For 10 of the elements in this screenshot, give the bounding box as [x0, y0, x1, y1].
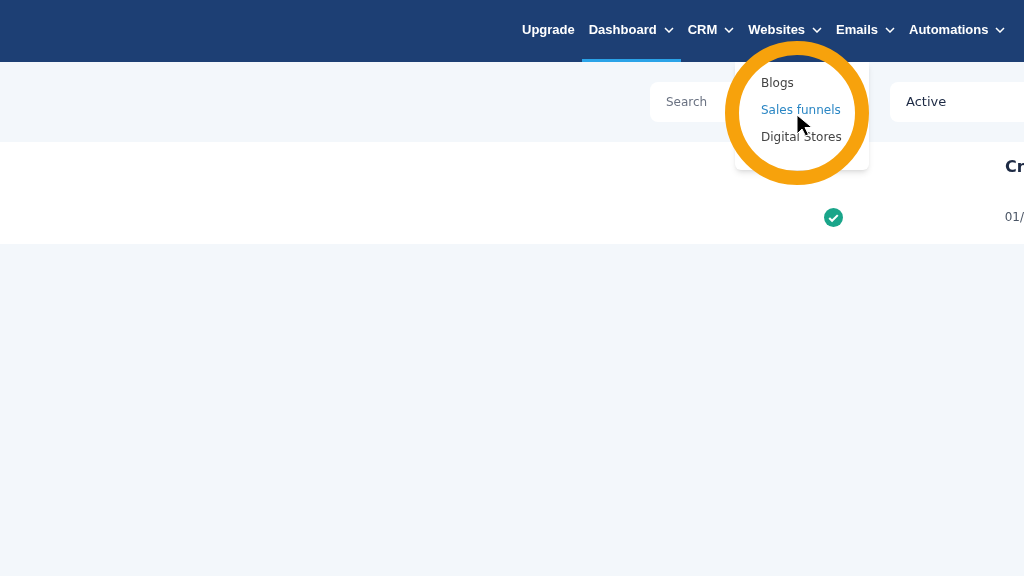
- nav-link[interactable]: CRM: [680, 0, 742, 62]
- nav-link[interactable]: Automations: [902, 0, 1013, 62]
- nav-link[interactable]: Upgrade: [515, 0, 582, 62]
- status-select[interactable]: Active: [890, 82, 1024, 122]
- menu-item[interactable]: Blogs: [761, 74, 869, 92]
- column-header: Cr: [1005, 156, 1024, 178]
- nav-link[interactable]: Dashboard: [581, 0, 681, 62]
- table-cell-text: 01/: [1004, 209, 1024, 226]
- nav-link[interactable]: Emails: [829, 0, 902, 62]
- nav-link[interactable]: Websites: [741, 0, 830, 62]
